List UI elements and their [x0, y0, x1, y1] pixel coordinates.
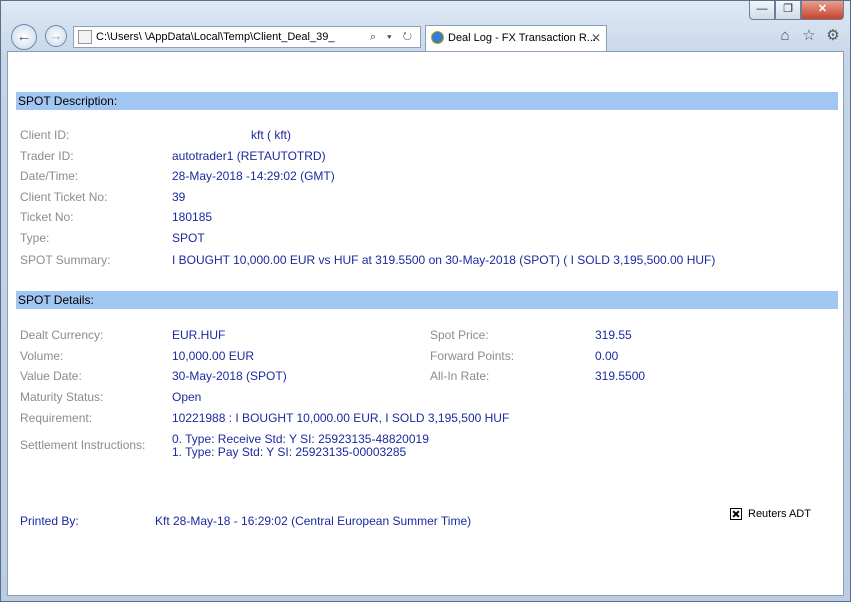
client-ticket-value: 39 — [172, 190, 186, 204]
navigation-bar: ← → C:\Users\ \AppData\Local\Temp\Client… — [1, 23, 850, 51]
spot-details-header: SPOT Details: — [16, 291, 838, 309]
requirement-label: Requirement: — [20, 411, 93, 425]
client-id-label: Client ID: — [20, 128, 70, 142]
client-id-value: kft ( kft) — [251, 128, 291, 142]
forward-points-label: Forward Points: — [430, 349, 515, 363]
tab-title: Deal Log - FX Transaction R... — [448, 32, 596, 44]
settings-icon[interactable]: ⚙ — [824, 27, 842, 45]
browser-window: — ❐ ✕ ← → C:\Users\ \AppData\Local\Temp\… — [0, 0, 851, 602]
ie-icon — [431, 31, 444, 44]
ticket-no-label: Ticket No: — [20, 210, 74, 224]
ticket-no-value: 180185 — [172, 210, 213, 224]
type-label: Type: — [20, 231, 50, 245]
settlement-label: Settlement Instructions: — [20, 438, 146, 452]
page-icon — [78, 30, 92, 44]
reuters-adt: Reuters ADT — [730, 508, 811, 520]
value-date-value: 30-May-2018 (SPOT) — [172, 369, 287, 383]
volume-value: 10,000.00 EUR — [172, 349, 255, 363]
forward-points-value: 0.00 — [595, 349, 619, 363]
address-tools[interactable]: ⌕ ▾ ↻ — [370, 27, 416, 47]
address-text: C:\Users\ \AppData\Local\Temp\Client_Dea… — [96, 31, 335, 43]
trader-id-label: Trader ID: — [20, 149, 74, 163]
maturity-status-label: Maturity Status: — [20, 390, 104, 404]
browser-tools: ⌂ ☆ ⚙ — [776, 27, 842, 45]
spot-summary-value: I BOUGHT 10,000.00 EUR vs HUF at 319.550… — [172, 253, 716, 267]
dealt-currency-value: EUR.HUF — [172, 328, 226, 342]
maturity-status-value: Open — [172, 390, 202, 404]
spot-price-value: 319.55 — [595, 328, 632, 342]
dealt-currency-label: Dealt Currency: — [20, 328, 104, 342]
address-bar[interactable]: C:\Users\ \AppData\Local\Temp\Client_Dea… — [73, 26, 421, 48]
date-time-label: Date/Time: — [20, 169, 79, 183]
tab-deal-log[interactable]: Deal Log - FX Transaction R... ✕ — [425, 25, 607, 51]
spot-description-header: SPOT Description: — [16, 92, 838, 110]
reuters-label: Reuters ADT — [748, 508, 811, 520]
trader-id-value: autotrader1 (RETAUTOTRD) — [172, 149, 326, 163]
forward-button[interactable]: → — [45, 25, 67, 47]
printed-by-label: Printed By: — [20, 514, 79, 528]
broken-image-icon — [730, 508, 742, 520]
page-content: SPOT Description: Client ID: kft ( kft) … — [7, 51, 844, 596]
date-time-value: 28-May-2018 -14:29:02 (GMT) — [172, 169, 335, 183]
client-ticket-label: Client Ticket No: — [20, 190, 108, 204]
home-icon[interactable]: ⌂ — [776, 27, 794, 45]
type-value: SPOT — [172, 231, 205, 245]
all-in-rate-label: All-In Rate: — [430, 369, 490, 383]
value-date-label: Value Date: — [20, 369, 82, 383]
close-button[interactable]: ✕ — [801, 1, 844, 20]
tab-close-icon[interactable]: ✕ — [591, 26, 601, 50]
window-controls: — ❐ ✕ — [749, 1, 844, 20]
back-button[interactable]: ← — [11, 24, 37, 50]
printed-by-value: Kft 28-May-18 - 16:29:02 (Central Europe… — [155, 514, 472, 528]
favorites-icon[interactable]: ☆ — [800, 27, 818, 45]
requirement-value: 10221988 : I BOUGHT 10,000.00 EUR, I SOL… — [172, 411, 510, 425]
spot-summary-label: SPOT Summary: — [20, 253, 111, 267]
all-in-rate-value: 319.5500 — [595, 369, 646, 383]
settlement-line-1: 1. Type: Pay Std: Y SI: 25923135-0000328… — [172, 445, 407, 459]
restore-button[interactable]: ❐ — [775, 1, 801, 20]
settlement-line-0: 0. Type: Receive Std: Y SI: 25923135-488… — [172, 432, 429, 446]
minimize-button[interactable]: — — [749, 1, 775, 20]
volume-label: Volume: — [20, 349, 64, 363]
spot-price-label: Spot Price: — [430, 328, 489, 342]
title-bar: — ❐ ✕ — [1, 1, 850, 23]
